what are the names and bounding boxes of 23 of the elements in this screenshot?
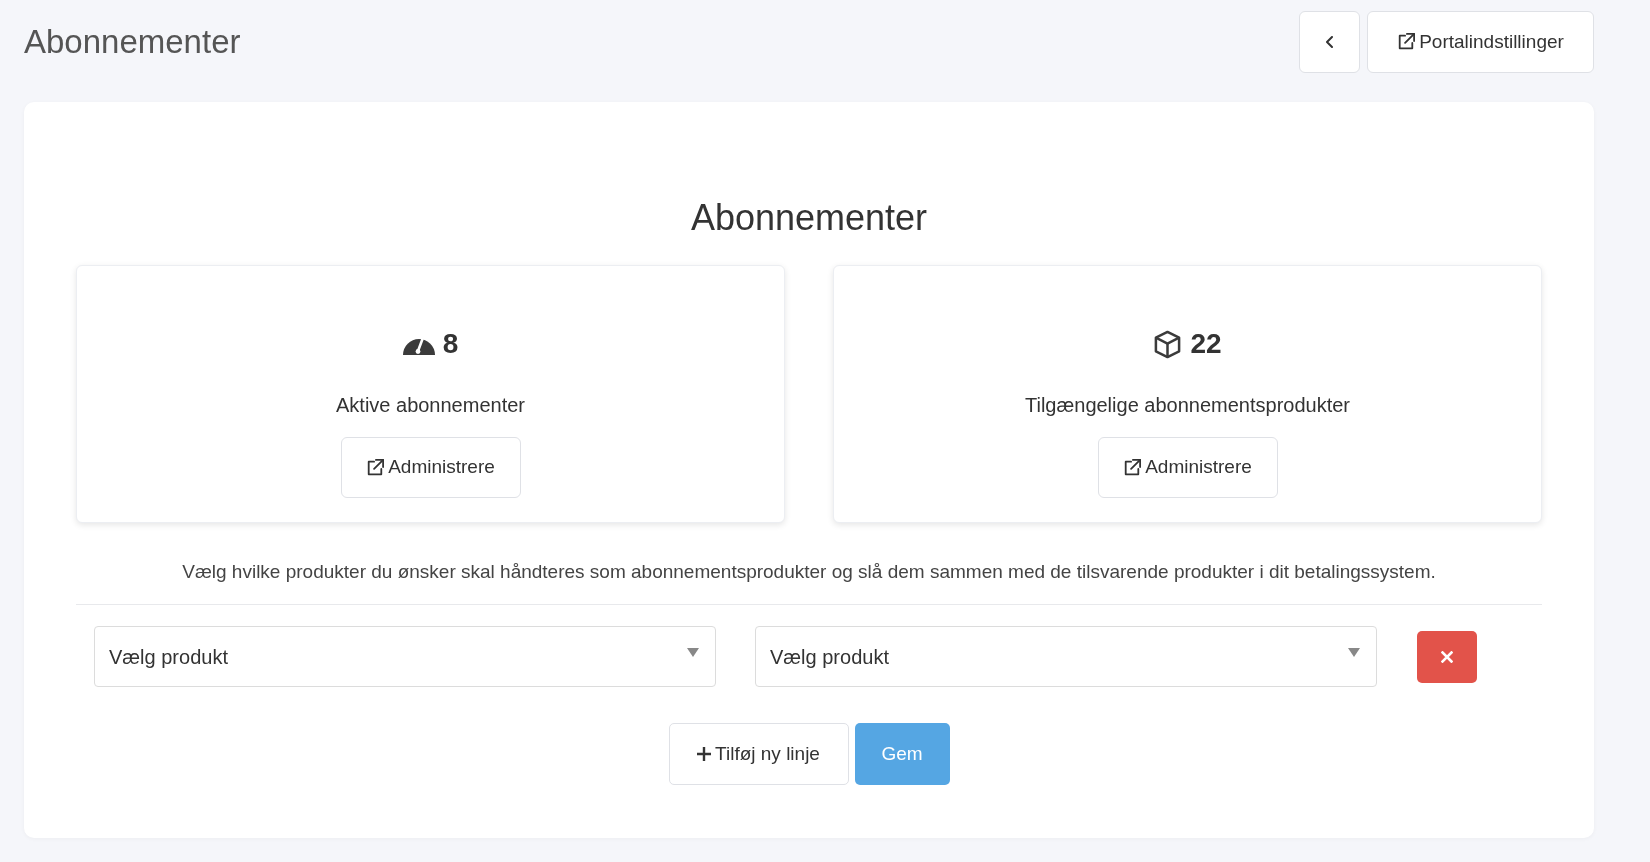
external-link-icon <box>366 458 385 477</box>
stat-value: 8 <box>442 327 459 361</box>
stat-label: Aktive abonnementer <box>336 393 525 418</box>
add-line-button[interactable]: Tilføj ny linje <box>668 723 849 785</box>
stat-label: Tilgængelige abonnementsprodukter <box>1025 393 1350 418</box>
dropdown-caret-icon <box>1348 648 1360 657</box>
remove-row-button[interactable] <box>1417 630 1477 683</box>
payment-product-select[interactable]: Vælg produkt <box>755 626 1377 687</box>
manage-button[interactable]: Administrere <box>340 437 521 498</box>
description-text: Vælg hvilke produkter du ønsker skal håndteres som abonnementsprodukter og slå dem sammen med de tilsvarende produkter i dit betalingssystem. <box>181 560 1437 584</box>
panel-heading: Abonnementer <box>689 196 929 240</box>
plus-icon <box>697 747 712 761</box>
portal-settings-button[interactable]: Portalindstillinger <box>1367 11 1594 73</box>
product-select[interactable]: Vælg produkt <box>94 626 716 687</box>
cube-icon <box>1153 329 1183 359</box>
dropdown-caret-icon <box>687 648 699 657</box>
close-icon <box>1441 650 1453 663</box>
page-title: Abonnementer <box>24 22 241 62</box>
external-link-icon <box>1397 33 1416 51</box>
chevron-left-icon <box>1326 36 1333 48</box>
manage-button[interactable]: Administrere <box>1097 437 1278 498</box>
stat-value: 22 <box>1190 327 1222 361</box>
external-link-icon <box>1123 458 1142 477</box>
